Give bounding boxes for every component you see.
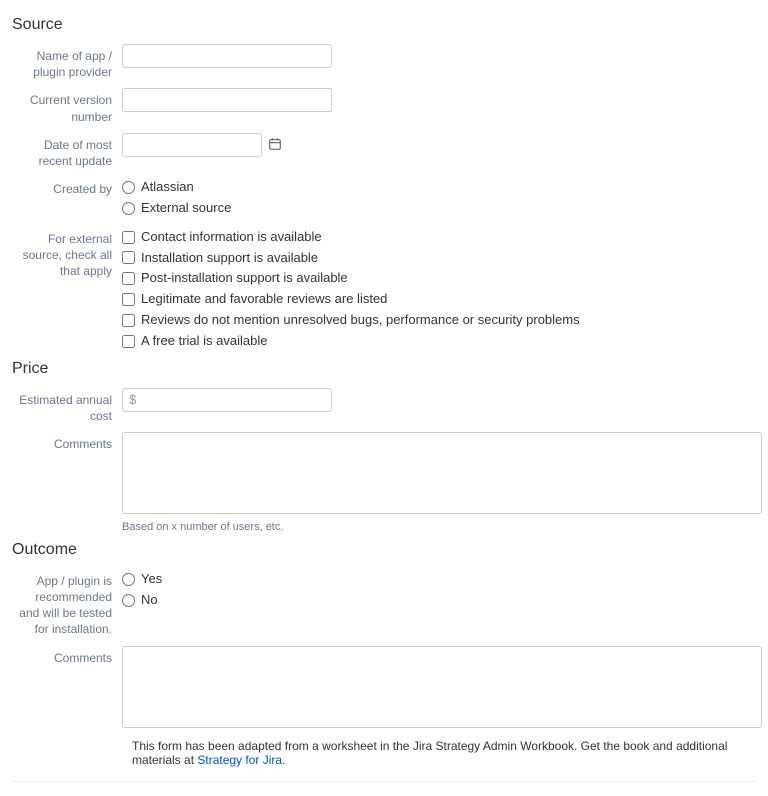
created-by-atlassian-label: Atlassian bbox=[141, 177, 194, 198]
recommend-yes-radio[interactable] bbox=[122, 573, 135, 586]
outcome-comments-textarea[interactable] bbox=[122, 646, 762, 728]
app-name-input[interactable] bbox=[122, 44, 332, 68]
date-label: Date of most recent update bbox=[12, 133, 122, 169]
price-comments-help: Based on x number of users, etc. bbox=[122, 521, 756, 533]
check-post-install-support-label: Post-installation support is available bbox=[141, 268, 348, 289]
version-input[interactable] bbox=[122, 88, 332, 112]
price-comments-label: Comments bbox=[12, 432, 122, 452]
source-heading: Source bbox=[12, 16, 756, 34]
check-free-trial-label: A free trial is available bbox=[141, 331, 267, 352]
bottom-divider bbox=[12, 781, 756, 782]
cost-label: Estimated annual cost bbox=[12, 388, 122, 424]
recommend-no-label: No bbox=[141, 590, 158, 611]
price-heading: Price bbox=[12, 360, 756, 378]
created-by-atlassian-radio[interactable] bbox=[122, 181, 135, 194]
check-install-support[interactable] bbox=[122, 251, 135, 264]
recommend-yes-label: Yes bbox=[141, 569, 162, 590]
created-by-label: Created by bbox=[12, 177, 122, 197]
check-free-trial[interactable] bbox=[122, 335, 135, 348]
check-reviews-listed[interactable] bbox=[122, 293, 135, 306]
check-reviews-clean-label: Reviews do not mention unresolved bugs, … bbox=[141, 310, 580, 331]
price-comments-textarea[interactable] bbox=[122, 432, 762, 514]
created-by-external-label: External source bbox=[141, 198, 231, 219]
check-contact-label: Contact information is available bbox=[141, 227, 322, 248]
cost-input[interactable] bbox=[122, 388, 332, 412]
outcome-heading: Outcome bbox=[12, 541, 756, 559]
check-install-support-label: Installation support is available bbox=[141, 248, 318, 269]
check-reviews-clean[interactable] bbox=[122, 314, 135, 327]
check-post-install-support[interactable] bbox=[122, 272, 135, 285]
check-contact[interactable] bbox=[122, 231, 135, 244]
external-checks-label: For external source, check all that appl… bbox=[12, 227, 122, 280]
date-input[interactable] bbox=[122, 133, 262, 157]
footnote-link[interactable]: Strategy for Jira. bbox=[197, 753, 285, 767]
check-reviews-listed-label: Legitimate and favorable reviews are lis… bbox=[141, 289, 387, 310]
outcome-comments-label: Comments bbox=[12, 646, 122, 666]
recommend-label: App / plugin is recommended and will be … bbox=[12, 569, 122, 638]
recommend-no-radio[interactable] bbox=[122, 594, 135, 607]
footnote: This form has been adapted from a worksh… bbox=[132, 739, 756, 767]
app-name-label: Name of app / plugin provider bbox=[12, 44, 122, 80]
version-label: Current version number bbox=[12, 88, 122, 124]
calendar-icon[interactable] bbox=[268, 137, 282, 154]
created-by-external-radio[interactable] bbox=[122, 202, 135, 215]
